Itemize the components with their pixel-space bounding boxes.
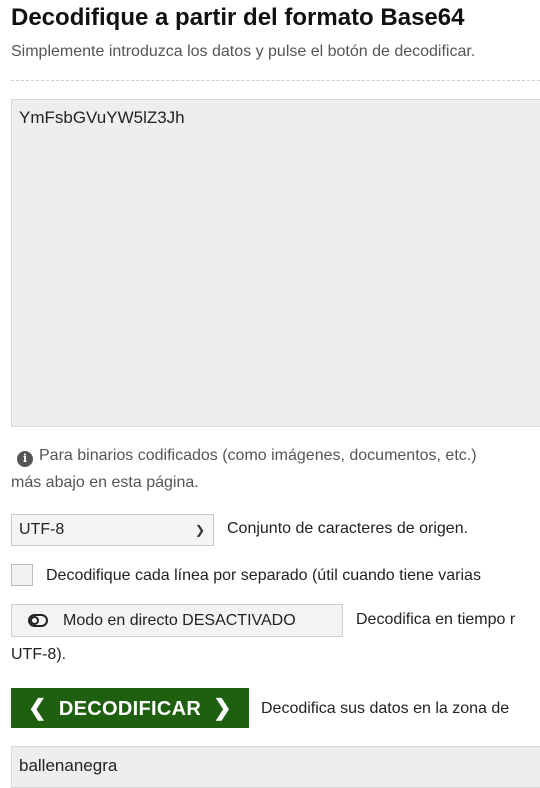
chevron-right-icon: ❯ xyxy=(213,695,232,720)
charset-selected-value: UTF-8 xyxy=(19,521,65,538)
charset-select[interactable]: UTF-8 ❯ xyxy=(11,514,214,546)
page-subtitle: Simplemente introduzca los datos y pulse… xyxy=(11,43,476,60)
input-textarea[interactable]: YmFsbGVuYW5lZ3Jh xyxy=(11,99,540,427)
per-line-label: Decodifique cada línea por separado (úti… xyxy=(46,567,481,584)
live-mode-button-label: Modo en directo DESACTIVADO xyxy=(63,612,296,629)
live-mode-description-cont: UTF-8). xyxy=(11,646,67,663)
note-line-2: más abajo en esta página. xyxy=(11,474,199,491)
note-line-1: Para binarios codificados (como imágenes… xyxy=(39,447,477,464)
live-mode-button[interactable]: Modo en directo DESACTIVADO xyxy=(11,604,343,637)
decode-description: Decodifica sus datos en la zona de xyxy=(261,700,510,717)
charset-label: Conjunto de caracteres de origen. xyxy=(227,520,469,537)
chevron-left-icon: ❮ xyxy=(28,695,47,720)
divider xyxy=(11,80,540,81)
live-mode-description: Decodifica en tiempo r xyxy=(356,611,516,628)
page-title: Decodifique a partir del formato Base64 xyxy=(11,4,465,31)
binary-note: i Para binarios codificados (como imágene… xyxy=(11,442,540,496)
output-textarea[interactable]: ballenanegra xyxy=(11,746,540,788)
decode-page: Decodifique a partir del formato Base64 … xyxy=(11,0,540,788)
decode-button[interactable]: ❮ DECODIFICAR ❯ xyxy=(11,688,249,728)
info-icon: i xyxy=(17,451,33,467)
toggle-off-icon xyxy=(28,614,48,627)
decode-button-label: DECODIFICAR xyxy=(58,698,202,720)
per-line-checkbox[interactable] xyxy=(11,564,33,586)
chevron-down-icon: ❯ xyxy=(194,523,205,537)
